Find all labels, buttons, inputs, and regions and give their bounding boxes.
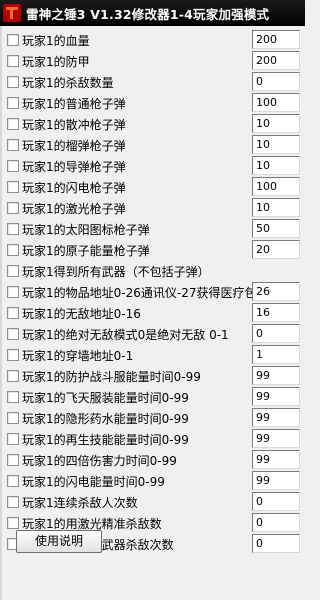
option-row: 玩家1的榴弹枪子弹 10 [2, 134, 307, 155]
option-label: 玩家1的血量 [22, 34, 90, 48]
value-input[interactable]: 10 [252, 135, 300, 154]
value-input[interactable]: 99 [252, 387, 300, 406]
option-checkbox[interactable] [7, 181, 19, 193]
value-input[interactable]: 10 [252, 114, 300, 133]
value-input[interactable]: 100 [252, 177, 300, 196]
option-checkbox[interactable] [7, 265, 19, 277]
value-input[interactable]: 20 [252, 240, 300, 259]
option-checkbox[interactable] [7, 160, 19, 172]
option-row: 玩家1的无敌地址0-16 16 [2, 302, 307, 323]
option-label: 玩家1的无敌地址0-16 [22, 307, 141, 321]
value-input[interactable]: 10 [252, 198, 300, 217]
option-checkbox[interactable] [7, 307, 19, 319]
option-row: 玩家1的闪电枪子弹 100 [2, 176, 307, 197]
option-checkbox[interactable] [7, 412, 19, 424]
option-label: 玩家1的激光枪子弹 [22, 202, 126, 216]
value-input[interactable]: 16 [252, 303, 300, 322]
option-label: 玩家1的太阳图标枪子弹 [22, 223, 150, 237]
value-input[interactable]: 0 [252, 324, 300, 343]
option-label: 玩家1得到所有武器（不包括子弹） [22, 265, 210, 279]
option-row: 玩家1的原子能量枪子弹 20 [2, 239, 307, 260]
option-row: 玩家1的太阳图标枪子弹 50 [2, 218, 307, 239]
option-row: 玩家1的绝对无敌模式0是绝对无敌 0-1 0 [2, 323, 307, 344]
value-input[interactable]: 10 [252, 156, 300, 175]
option-label: 玩家1的导弹枪子弹 [22, 160, 126, 174]
value-input[interactable]: 0 [252, 72, 300, 91]
option-row: 玩家1的物品地址0-26通讯仪-27获得医疗包 26 [2, 281, 307, 302]
option-row: 玩家1的防甲 200 [2, 50, 307, 71]
value-input[interactable]: 100 [252, 93, 300, 112]
value-input[interactable]: 0 [252, 492, 300, 511]
option-checkbox[interactable] [7, 475, 19, 487]
option-checkbox[interactable] [7, 202, 19, 214]
option-label: 玩家1的隐形药水能量时间0-99 [22, 412, 189, 426]
value-input[interactable]: 0 [252, 513, 300, 532]
value-input[interactable]: 0 [252, 534, 300, 553]
option-checkbox[interactable] [7, 34, 19, 46]
option-label: 玩家1的原子能量枪子弹 [22, 244, 150, 258]
option-label: 玩家1的防护战斗服能量时间0-99 [22, 370, 201, 384]
option-checkbox[interactable] [7, 496, 19, 508]
window-title: 雷神之锤3 V1.32修改器1-4玩家加强模式 [26, 6, 270, 22]
option-checkbox[interactable] [7, 118, 19, 130]
cheat-panel: 玩家1的血量 200 玩家1的防甲 200 玩家1的杀敌数量 0 玩家1的普通枪子弹 100 玩… [0, 26, 305, 600]
option-label: 玩家1的四倍伤害力时间0-99 [22, 454, 177, 468]
option-label: 玩家1的再生技能能量时间0-99 [22, 433, 189, 447]
option-label: 玩家1的闪电枪子弹 [22, 181, 126, 195]
option-row: 玩家1的穿墙地址0-1 1 [2, 344, 307, 365]
option-label: 玩家1的穿墙地址0-1 [22, 349, 134, 363]
option-row: 玩家1的杀敌数量 0 [2, 71, 307, 92]
option-checkbox[interactable] [7, 370, 19, 382]
option-checkbox[interactable] [7, 55, 19, 67]
option-label: 玩家1的绝对无敌模式0是绝对无敌 0-1 [22, 328, 229, 342]
option-label: 玩家1的防甲 [22, 55, 90, 69]
option-label: 玩家1的物品地址0-26通讯仪-27获得医疗包 [22, 286, 257, 300]
option-row: 玩家1的激光枪子弹 10 [2, 197, 307, 218]
option-row: 玩家1的再生技能能量时间0-99 99 [2, 428, 307, 449]
option-checkbox[interactable] [7, 349, 19, 361]
value-input[interactable]: 200 [252, 51, 300, 70]
help-button[interactable]: 使用说明 [16, 530, 102, 553]
value-input[interactable]: 99 [252, 471, 300, 490]
option-row: 玩家1的四倍伤害力时间0-99 99 [2, 449, 307, 470]
option-row: 玩家1的防护战斗服能量时间0-99 99 [2, 365, 307, 386]
option-checkbox[interactable] [7, 286, 19, 298]
value-input[interactable]: 200 [252, 30, 300, 49]
option-label: 玩家1的散冲枪子弹 [22, 118, 126, 132]
value-input[interactable]: 99 [252, 429, 300, 448]
option-checkbox[interactable] [7, 97, 19, 109]
option-checkbox[interactable] [7, 454, 19, 466]
option-checkbox[interactable] [7, 139, 19, 151]
value-input[interactable]: 99 [252, 366, 300, 385]
option-row: 玩家1的普通枪子弹 100 [2, 92, 307, 113]
option-checkbox[interactable] [7, 223, 19, 235]
app-icon [3, 4, 21, 22]
option-row: 玩家1的闪电能量时间0-99 99 [2, 470, 307, 491]
option-checkbox[interactable] [7, 76, 19, 88]
option-label: 玩家1的榴弹枪子弹 [22, 139, 126, 153]
value-input[interactable]: 50 [252, 219, 300, 238]
option-row: 玩家1的飞天服装能量时间0-99 99 [2, 386, 307, 407]
option-label: 玩家1的闪电能量时间0-99 [22, 475, 165, 489]
value-input[interactable]: 26 [252, 282, 300, 301]
option-checkbox[interactable] [7, 517, 19, 529]
option-row: 玩家1得到所有武器（不包括子弹） [2, 260, 307, 281]
option-checkbox[interactable] [7, 433, 19, 445]
option-row: 玩家1连续杀敌人次数 0 [2, 491, 307, 512]
option-row: 玩家1的血量 200 [2, 29, 307, 50]
option-label: 玩家1连续杀敌人次数 [22, 496, 138, 510]
option-row: 玩家1的隐形药水能量时间0-99 99 [2, 407, 307, 428]
option-label: 玩家1的普通枪子弹 [22, 97, 126, 111]
value-input[interactable]: 99 [252, 450, 300, 469]
title-bar[interactable]: 雷神之锤3 V1.32修改器1-4玩家加强模式 [0, 0, 305, 26]
option-checkbox[interactable] [7, 391, 19, 403]
value-input[interactable]: 1 [252, 345, 300, 364]
option-row: 玩家1的导弹枪子弹 10 [2, 155, 307, 176]
option-label: 玩家1的杀敌数量 [22, 76, 114, 90]
option-label: 玩家1的飞天服装能量时间0-99 [22, 391, 189, 405]
option-checkbox[interactable] [7, 328, 19, 340]
value-input[interactable]: 99 [252, 408, 300, 427]
option-checkbox[interactable] [7, 244, 19, 256]
option-row: 玩家1的散冲枪子弹 10 [2, 113, 307, 134]
